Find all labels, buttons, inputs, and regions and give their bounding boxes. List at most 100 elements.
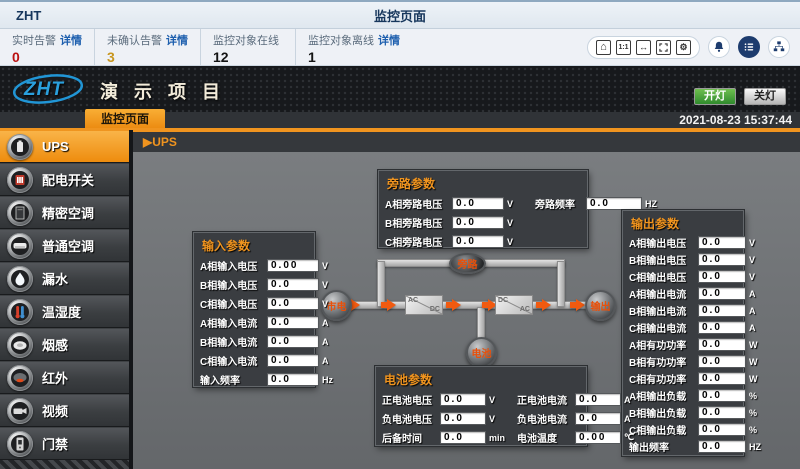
header-toolbar: ⌂ 1:1 ↔ ⚙: [587, 29, 800, 65]
param-value-box: 0.0: [575, 412, 621, 425]
home-icon[interactable]: ⌂: [596, 40, 611, 55]
param-row: B相输入电压0.0V: [194, 275, 314, 294]
detail-link[interactable]: 详情: [166, 35, 188, 47]
param-label: 负电池电流: [517, 411, 572, 426]
water-drop-icon: [7, 266, 33, 292]
sidebar-item-label: 视频: [42, 401, 68, 420]
sidebar-item-label: 门禁: [42, 434, 68, 453]
param-unit: ℃: [624, 432, 642, 443]
param-unit: W: [749, 340, 767, 350]
param-value-box: 0.0: [698, 372, 746, 385]
param-unit: HZ: [749, 442, 767, 452]
stat-value: 3: [107, 49, 188, 65]
detail-link[interactable]: 详情: [378, 35, 400, 47]
param-unit: V: [507, 199, 525, 209]
param-unit: V: [749, 255, 767, 265]
param-row: A相输入电压0.00V: [194, 256, 314, 275]
param-row: B相输出电压0.0V: [623, 251, 743, 268]
smoke-detector-icon: [7, 332, 33, 358]
bypass-left-pipe: [377, 261, 385, 307]
sidebar-item-smoke[interactable]: 烟感: [0, 328, 129, 361]
param-row: B相输入电流0.0A: [194, 332, 314, 351]
air-conditioner-icon: [7, 233, 33, 259]
param-value-box: 0.0: [698, 355, 746, 368]
sidebar-item-label: UPS: [42, 139, 69, 154]
stat-label: 实时告警: [12, 35, 56, 47]
bypass-node[interactable]: 旁路: [449, 253, 486, 274]
param-unit: A: [749, 289, 767, 299]
ups-canvas: AC DC DC AC 市电 旁路 电池 输出 旁路参数 A相旁路电压0.0V旁…: [133, 152, 800, 469]
sidebar-item-access[interactable]: 门禁: [0, 427, 129, 460]
param-value-box: 0.0: [440, 431, 486, 444]
param-row: A相输出电压0.0V: [623, 234, 743, 251]
sidebar-item-label: 配电开关: [42, 170, 94, 189]
fit-width-icon[interactable]: ↔: [636, 40, 651, 55]
panel-title: 电池参数: [376, 367, 586, 390]
converter-label: DC: [430, 306, 440, 313]
param-value-box: 0.0: [267, 316, 319, 329]
tab-monitoring-page[interactable]: 监控页面: [85, 109, 165, 128]
battery-node[interactable]: 电池: [466, 337, 497, 368]
fullscreen-icon[interactable]: [656, 40, 671, 55]
detail-link[interactable]: 详情: [60, 35, 82, 47]
sidebar-item-temp-humidity[interactable]: 温湿度: [0, 295, 129, 328]
bypass-right-pipe: [557, 261, 565, 307]
param-value-box: 0.0: [698, 236, 746, 249]
param-unit: A: [322, 337, 340, 347]
sidebar-item-ups[interactable]: UPS: [0, 130, 129, 163]
sidebar-item-video[interactable]: 视频: [0, 394, 129, 427]
sidebar-item-water-leak[interactable]: 漏水: [0, 262, 129, 295]
light-off-button[interactable]: 关灯: [744, 88, 786, 105]
param-unit: V: [507, 237, 525, 247]
light-on-button[interactable]: 开灯: [694, 88, 736, 105]
param-row: A相有功功率0.0W: [623, 336, 743, 353]
param-unit: %: [749, 408, 767, 418]
sitemap-icon[interactable]: [768, 36, 790, 58]
output-node[interactable]: 输出: [585, 290, 616, 321]
alarm-list-icon[interactable]: [738, 36, 760, 58]
stat-unconfirmed-alarms: 未确认告警详情 3: [95, 29, 201, 65]
stat-value: 0: [12, 49, 82, 65]
main-area: ▶UPS AC DC: [133, 130, 800, 469]
param-value-box: 0.00: [575, 431, 621, 444]
stat-objects-online: 监控对象在线 12: [201, 29, 296, 65]
param-unit: A: [624, 395, 642, 405]
param-value-box: 0.0: [267, 335, 319, 348]
param-row: 正电池电压0.0V正电池电流0.0A: [376, 390, 586, 409]
settings-icon[interactable]: ⚙: [676, 40, 691, 55]
converter-label: AC: [408, 297, 418, 304]
inverter-dc-ac: DC AC: [495, 295, 533, 315]
param-row: A相输入电流0.0A: [194, 313, 314, 332]
bell-icon[interactable]: [708, 36, 730, 58]
param-value-box: 0.0: [440, 393, 486, 406]
param-row: C相输入电压0.0V: [194, 294, 314, 313]
stat-value: 1: [308, 49, 400, 65]
param-unit: V: [322, 261, 340, 271]
param-label: B相输出电流: [629, 303, 695, 318]
flow-arrow-icon: [387, 299, 396, 311]
one-to-one-icon[interactable]: 1:1: [616, 40, 631, 55]
flow-arrow-icon: [452, 299, 461, 311]
param-unit: min: [489, 433, 507, 443]
param-value-box: 0.0: [698, 270, 746, 283]
param-label: C相输出电压: [629, 269, 695, 284]
sidebar-item-power-switch[interactable]: 配电开关: [0, 163, 129, 196]
breadcrumb: ▶UPS: [133, 130, 800, 152]
sidebar-item-normal-ac[interactable]: 普通空调: [0, 229, 129, 262]
param-unit: Hz: [322, 375, 340, 385]
param-unit: %: [749, 391, 767, 401]
sidebar-item-infrared[interactable]: 红外: [0, 361, 129, 394]
param-label: 负电池电压: [382, 411, 437, 426]
param-row: C相输出电流0.0A: [623, 319, 743, 336]
param-label: 输入频率: [200, 372, 264, 387]
param-label: 旁路频率: [535, 196, 583, 211]
converter-label: DC: [498, 297, 508, 304]
param-value-box: 0.0: [586, 197, 642, 210]
sidebar-item-precision-ac[interactable]: 精密空调: [0, 196, 129, 229]
page-title: 监控页面: [0, 6, 800, 25]
sidebar-item-label: 温湿度: [42, 302, 81, 321]
precision-ac-icon: [7, 200, 33, 226]
stat-objects-offline: 监控对象离线详情 1: [296, 29, 412, 65]
infrared-icon: [7, 365, 33, 391]
param-row: C相输入电流0.0A: [194, 351, 314, 370]
